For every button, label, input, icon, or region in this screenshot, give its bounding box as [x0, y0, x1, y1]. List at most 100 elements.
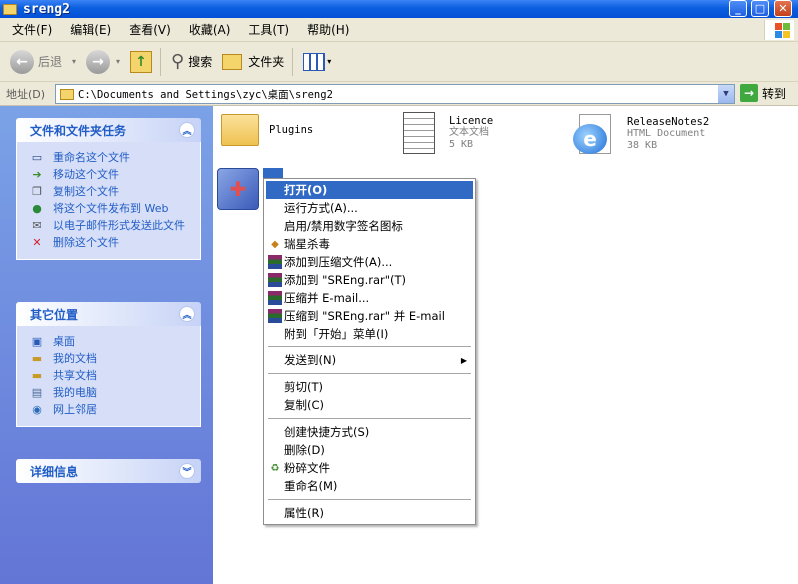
menu-item-create-shortcut[interactable]: 创建快捷方式(S) — [266, 423, 473, 441]
other-places-list: ▣ 桌面 ▬ 我的文档 ▬ 共享文档 ▤ 我的电脑 ◉ 网上邻居 — [16, 326, 201, 427]
text-document-icon — [403, 112, 435, 154]
network-icon: ◉ — [32, 403, 42, 416]
computer-icon: ▤ — [31, 386, 43, 399]
delete-icon: ✕ — [32, 236, 42, 249]
menu-separator — [268, 418, 471, 419]
minimize-button[interactable]: _ — [729, 0, 747, 17]
menu-item-copy[interactable]: 复制(C) — [266, 396, 473, 414]
views-dropdown-icon: ▾ — [327, 57, 332, 66]
toolbar: ← 后退 ▾ → ▾ ↑ ⚲ 搜索 文件夹 ▾ — [0, 42, 798, 82]
menu-item-rename[interactable]: 重命名(M) — [266, 477, 473, 495]
email-icon: ✉ — [32, 219, 42, 232]
menu-edit[interactable]: 编辑(E) — [70, 21, 111, 38]
place-network[interactable]: ◉ 网上邻居 — [29, 403, 194, 417]
expand-chevron-icon[interactable]: ︾ — [179, 463, 195, 479]
menu-item-rising-antivirus[interactable]: ◆ 瑞星杀毒 — [266, 235, 473, 253]
globe-icon: ● — [32, 202, 42, 215]
go-button[interactable]: → 转到 — [740, 84, 786, 102]
file-item-releasenotes[interactable]: e ReleaseNotes2 HTML Document 38 KB — [573, 112, 709, 156]
file-name: Plugins — [269, 124, 314, 136]
menu-item-delete[interactable]: 删除(D) — [266, 441, 473, 459]
search-icon: ⚲ — [171, 51, 185, 72]
place-shared-documents[interactable]: ▬ 共享文档 — [29, 369, 194, 383]
back-label: 后退 — [38, 55, 63, 69]
go-arrow-icon: → — [740, 84, 758, 102]
winrar-icon — [268, 309, 282, 323]
menu-help[interactable]: 帮助(H) — [307, 21, 349, 38]
address-path: C:\Documents and Settings\zyc\桌面\sreng2 — [78, 88, 333, 101]
copy-icon: ❐ — [32, 185, 42, 198]
task-email[interactable]: ✉ 以电子邮件形式发送此文件 — [29, 219, 194, 233]
place-my-computer[interactable]: ▤ 我的电脑 — [29, 386, 194, 400]
menu-item-shred-file[interactable]: ♻ 粉碎文件 — [266, 459, 473, 477]
menu-separator — [268, 346, 471, 347]
shared-folder-icon: ▬ — [31, 369, 43, 382]
file-item-licence[interactable]: Licence 文本文档 5 KB — [403, 112, 493, 154]
file-size: 5 KB — [449, 139, 474, 150]
menu-item-send-to[interactable]: 发送到(N) ▶ — [266, 351, 473, 369]
back-button[interactable]: ← 后退 ▾ — [10, 49, 76, 74]
folders-icon — [222, 53, 243, 70]
menu-tools[interactable]: 工具(T) — [248, 21, 289, 38]
toolbar-separator — [160, 47, 162, 76]
task-publish-web[interactable]: ● 将这个文件发布到 Web — [29, 202, 194, 216]
up-button[interactable]: ↑ — [130, 50, 153, 73]
menu-favorites[interactable]: 收藏(A) — [189, 21, 231, 38]
address-dropdown-button[interactable]: ▼ — [718, 85, 734, 103]
place-desktop[interactable]: ▣ 桌面 — [29, 335, 194, 349]
menu-file[interactable]: 文件(F) — [12, 21, 52, 38]
other-places-header[interactable]: 其它位置 ︽ — [16, 302, 201, 326]
menu-item-cut[interactable]: 剪切(T) — [266, 378, 473, 396]
title-bar: sreng2 — [0, 0, 798, 18]
menu-item-signature-icon[interactable]: 启用/禁用数字签名图标 — [266, 217, 473, 235]
menu-separator — [268, 373, 471, 374]
forward-dropdown-icon[interactable]: ▾ — [116, 57, 120, 66]
other-places-title: 其它位置 — [30, 307, 79, 322]
maximize-button[interactable]: □ — [751, 0, 769, 17]
file-type: HTML Document — [627, 128, 706, 139]
file-size: 38 KB — [627, 140, 658, 151]
other-places-panel: 其它位置 ︽ ▣ 桌面 ▬ 我的文档 ▬ 共享文档 ▤ 我的电脑 ◉ 网上邻居 — [16, 302, 201, 427]
folders-label: 文件夹 — [248, 55, 285, 69]
back-arrow-icon: ← — [10, 49, 34, 74]
html-document-icon: e — [573, 112, 617, 156]
search-label: 搜索 — [188, 55, 213, 69]
toolbar-separator — [292, 47, 294, 76]
menu-item-properties[interactable]: 属性(R) — [266, 504, 473, 522]
folders-button[interactable]: 文件夹 — [222, 53, 284, 70]
views-icon — [303, 52, 326, 71]
menu-item-add-archive[interactable]: 添加到压缩文件(A)... — [266, 253, 473, 271]
sreng-app-icon: ✚ — [217, 168, 259, 210]
place-my-documents[interactable]: ▬ 我的文档 — [29, 352, 194, 366]
back-dropdown-icon[interactable]: ▾ — [72, 57, 76, 66]
views-button[interactable]: ▾ — [303, 52, 332, 71]
collapse-chevron-icon[interactable]: ︽ — [179, 122, 195, 138]
menu-item-add-sreng-rar[interactable]: 添加到 "SREng.rar"(T) — [266, 271, 473, 289]
menu-item-open[interactable]: 打开(O) — [266, 181, 473, 199]
task-delete[interactable]: ✕ 删除这个文件 — [29, 236, 194, 250]
menu-item-pin-start[interactable]: 附到「开始」菜单(I) — [266, 325, 473, 343]
menu-separator — [268, 499, 471, 500]
context-menu: 打开(O) 运行方式(A)... 启用/禁用数字签名图标 ◆ 瑞星杀毒 添加到压缩… — [263, 178, 476, 525]
address-input[interactable]: C:\Documents and Settings\zyc\桌面\sreng2 … — [55, 84, 735, 104]
menu-item-run-as[interactable]: 运行方式(A)... — [266, 199, 473, 217]
task-move[interactable]: ➔ 移动这个文件 — [29, 168, 194, 182]
forward-button[interactable]: → ▾ — [86, 49, 120, 74]
details-header[interactable]: 详细信息 ︾ — [16, 459, 201, 483]
menu-item-compress-sreng-email[interactable]: 压缩到 "SREng.rar" 并 E-mail — [266, 307, 473, 325]
file-tasks-header[interactable]: 文件和文件夹任务 ︽ — [16, 118, 201, 142]
menu-item-compress-email[interactable]: 压缩并 E-mail... — [266, 289, 473, 307]
collapse-chevron-icon[interactable]: ︽ — [179, 306, 195, 322]
file-type: 文本文档 — [449, 127, 489, 138]
search-button[interactable]: ⚲ 搜索 — [171, 51, 212, 72]
file-item-plugins[interactable]: Plugins — [221, 114, 313, 146]
close-button[interactable]: ✕ — [774, 0, 792, 17]
menu-bar: 文件(F) 编辑(E) 查看(V) 收藏(A) 工具(T) 帮助(H) — [0, 18, 798, 42]
menu-view[interactable]: 查看(V) — [129, 21, 171, 38]
task-rename[interactable]: ▭ 重命名这个文件 — [29, 151, 194, 165]
task-copy[interactable]: ❐ 复制这个文件 — [29, 185, 194, 199]
desktop-icon: ▣ — [31, 335, 43, 348]
details-title: 详细信息 — [30, 464, 79, 479]
up-folder-icon: ↑ — [130, 50, 153, 73]
details-panel: 详细信息 ︾ — [16, 459, 201, 483]
